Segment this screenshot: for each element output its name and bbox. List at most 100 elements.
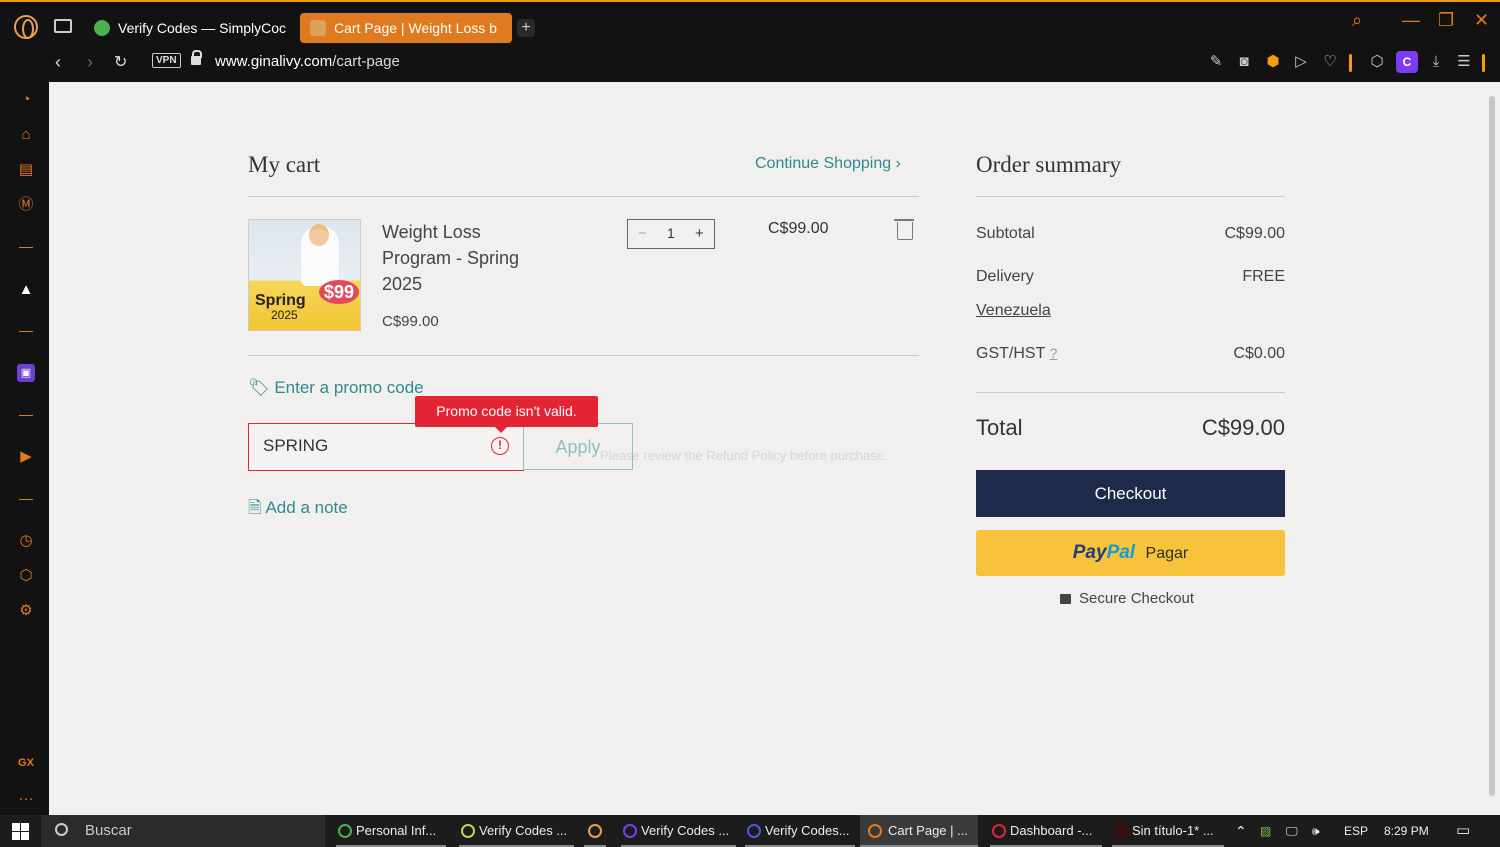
- opera-gx-icon: [868, 824, 882, 838]
- tab-verify-codes[interactable]: Verify Codes — SimplyCoc: [84, 13, 294, 43]
- cube-icon[interactable]: ⬡: [1368, 53, 1386, 71]
- taskbar-item[interactable]: Verify Codes...: [745, 815, 855, 847]
- opera-gx-icon: [623, 824, 637, 838]
- opera-gx-icon: [461, 824, 475, 838]
- quantity-value[interactable]: 1: [667, 225, 675, 241]
- vpn-badge[interactable]: VPN: [152, 53, 181, 68]
- download-icon[interactable]: ⤓: [1427, 53, 1445, 71]
- tag-icon: 🏷︎: [248, 378, 270, 397]
- delivery-value: FREE: [1242, 268, 1285, 285]
- decrement-button[interactable]: −: [638, 225, 647, 242]
- taskbar-item[interactable]: Verify Codes ...: [621, 815, 736, 847]
- taskbar: Buscar Personal Inf... Verify Codes ... …: [0, 815, 1500, 847]
- scrollbar[interactable]: [1484, 82, 1500, 815]
- paypal-action: Pagar: [1145, 545, 1189, 562]
- tray-chevron-icon[interactable]: ⌃: [1235, 815, 1247, 847]
- promo-error-tooltip: Promo code isn't valid.: [415, 396, 598, 433]
- opera-icon: [588, 824, 602, 838]
- twitch-icon[interactable]: ▣: [17, 364, 35, 382]
- taskbar-item[interactable]: Sin título-1* ...: [1112, 815, 1224, 847]
- product-name[interactable]: Weight Loss Program - Spring 2025: [382, 219, 552, 297]
- tab-label: Verify Codes — SimplyCoc: [118, 20, 287, 36]
- back-icon[interactable]: ‹: [55, 52, 61, 73]
- camera-icon[interactable]: ◙: [1235, 53, 1253, 71]
- taskbar-item-opera[interactable]: [584, 815, 606, 847]
- increment-button[interactable]: +: [695, 225, 704, 242]
- add-note-link[interactable]: 🗎︎ Add a note: [248, 495, 348, 524]
- search-tabs-icon[interactable]: ⌕: [1352, 10, 1362, 31]
- minimize-icon[interactable]: —: [1402, 10, 1420, 31]
- extensions-icon[interactable]: ⬡: [17, 567, 35, 585]
- edit-icon[interactable]: ✎: [1207, 53, 1225, 71]
- taskbar-item[interactable]: Personal Inf...: [336, 815, 446, 847]
- note-icon: 🗎︎: [248, 498, 262, 517]
- opera-logo-icon[interactable]: [14, 15, 38, 39]
- paypal-logo-pal: Pal: [1106, 542, 1136, 563]
- opera-gx-icon: [747, 824, 761, 838]
- speed-dial-icon[interactable]: ◔: [17, 91, 35, 109]
- language-indicator[interactable]: ESP: [1344, 815, 1368, 847]
- trash-icon[interactable]: [894, 219, 914, 240]
- new-tab-button[interactable]: +: [517, 19, 535, 37]
- illustrator-icon: [1114, 824, 1128, 838]
- tab-cart-page[interactable]: Cart Page | Weight Loss b: [300, 13, 512, 43]
- taskbar-item-label: Verify Codes...: [765, 823, 850, 838]
- windows-start-icon[interactable]: [12, 823, 29, 840]
- delivery-country-link[interactable]: Venezuela: [976, 302, 1051, 320]
- lock-icon[interactable]: [191, 50, 202, 65]
- player-icon[interactable]: ▶: [17, 448, 35, 466]
- news-icon[interactable]: ▤: [17, 161, 35, 179]
- order-summary-title: Order summary: [976, 152, 1121, 177]
- heart-icon[interactable]: ♡: [1321, 53, 1339, 71]
- restore-icon[interactable]: ❐: [1438, 10, 1454, 31]
- checkout-button[interactable]: Checkout: [976, 470, 1285, 517]
- gx-label[interactable]: GX: [17, 754, 35, 772]
- forward-icon[interactable]: ›: [87, 52, 93, 73]
- address-bar: ‹ › ↻ VPN www.ginalivy.com/cart-page ✎ ◙…: [0, 44, 1500, 82]
- browser-sidebar: ◔ ⌂ ▤ Ⓜ ▲ ▣ ▶ ◷ ⬡ ⚙ GX ···: [0, 82, 49, 815]
- clock[interactable]: 8:29 PM: [1384, 815, 1429, 847]
- menu-icon[interactable]: ☰: [1455, 53, 1473, 71]
- tab-islands-icon[interactable]: [54, 19, 72, 33]
- product-photo-head: [309, 224, 329, 246]
- paypal-button[interactable]: PayPal Pagar: [976, 530, 1285, 576]
- product-image[interactable]: Spring 2025 $99: [248, 219, 361, 331]
- promo-code-link[interactable]: 🏷︎ Enter a promo code: [248, 378, 424, 398]
- volume-icon[interactable]: 🕪︎: [1312, 815, 1320, 847]
- scrollbar-thumb[interactable]: [1489, 96, 1495, 796]
- taskbar-item-label: Cart Page | ...: [888, 823, 968, 838]
- tray-app-icon[interactable]: ▨: [1260, 815, 1271, 847]
- add-note-label: Add a note: [265, 498, 348, 517]
- notifications-icon[interactable]: ▭: [1456, 815, 1470, 847]
- tab-favicon-icon: [310, 20, 326, 36]
- taskbar-item-active[interactable]: Cart Page | ...: [860, 815, 978, 847]
- url-field[interactable]: www.ginalivy.com/cart-page: [215, 53, 400, 70]
- promo-link-label: Enter a promo code: [274, 378, 424, 397]
- url-host: www.ginalivy.com: [215, 53, 333, 70]
- quantity-stepper[interactable]: − 1 +: [627, 219, 715, 249]
- settings-icon[interactable]: ⚙: [17, 602, 35, 620]
- sidebar-divider: [19, 331, 33, 332]
- history-icon[interactable]: ◷: [17, 532, 35, 550]
- taskbar-item[interactable]: Verify Codes ...: [459, 815, 574, 847]
- product-image-year: 2025: [271, 308, 298, 322]
- reload-icon[interactable]: ↻: [114, 52, 127, 72]
- promo-code-input[interactable]: SPRING: [248, 423, 524, 471]
- shield-icon[interactable]: ⬢: [1264, 53, 1282, 71]
- send-icon[interactable]: ▷: [1292, 53, 1310, 71]
- gx-corner-icon[interactable]: ⌂: [17, 126, 35, 144]
- close-icon[interactable]: ✕: [1474, 10, 1489, 31]
- lock-icon: [1060, 594, 1071, 604]
- profile-avatar[interactable]: C: [1396, 51, 1418, 73]
- taskbar-search[interactable]: Buscar: [41, 815, 325, 847]
- network-icon[interactable]: 🖵︎: [1286, 815, 1298, 847]
- tax-help-link[interactable]: ?: [1050, 345, 1058, 361]
- taskbar-item-label: Sin título-1* ...: [1132, 823, 1214, 838]
- taskbar-item[interactable]: Dashboard -...: [990, 815, 1102, 847]
- more-icon[interactable]: ···: [17, 790, 35, 808]
- app-icon[interactable]: ▲: [17, 281, 35, 299]
- gx-tour-icon[interactable]: Ⓜ: [17, 196, 35, 214]
- continue-shopping-link[interactable]: Continue Shopping ›: [755, 155, 901, 173]
- opera-gx-icon: [338, 824, 352, 838]
- product-price: C$99.00: [382, 313, 439, 330]
